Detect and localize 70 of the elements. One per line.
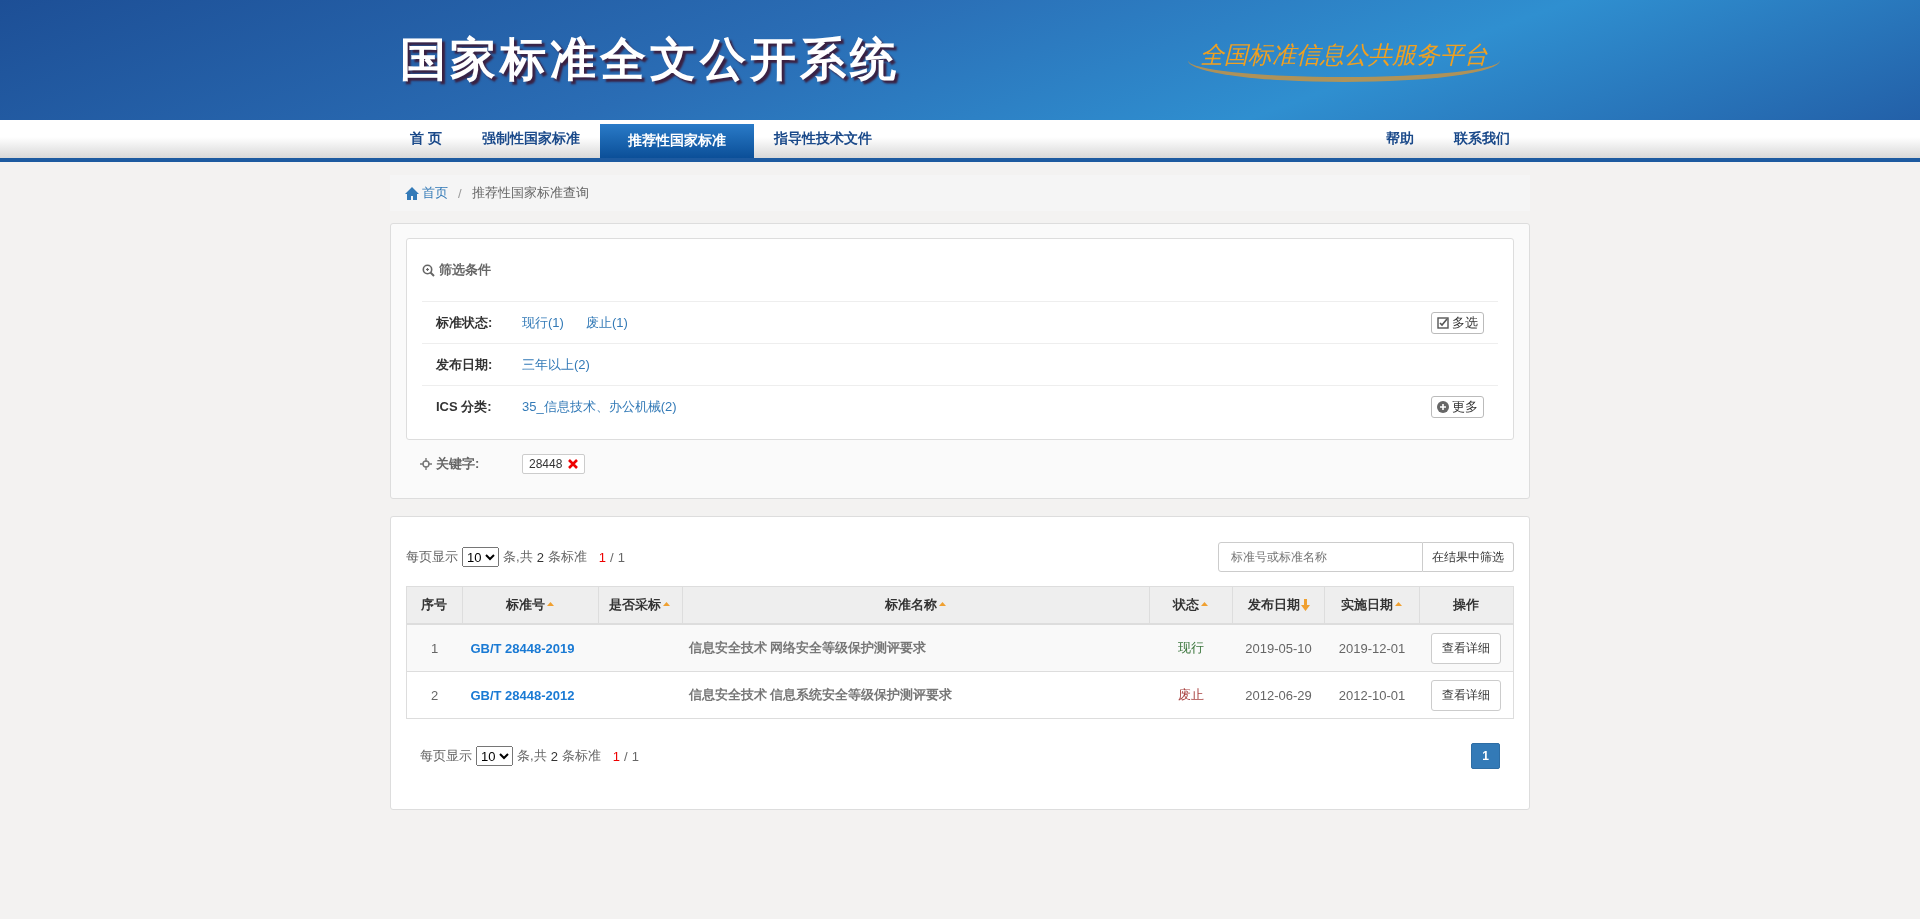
total-count: 2 xyxy=(536,549,544,565)
column-header-label: 是否采标 xyxy=(609,596,662,614)
breadcrumb-current: 推荐性国家标准查询 xyxy=(471,184,589,202)
publish-date: 2019-05-10 xyxy=(1232,624,1325,672)
column-header-label: 标准名称 xyxy=(884,596,937,614)
remove-icon[interactable] xyxy=(568,459,579,469)
total-unit-label: 条标准 xyxy=(547,548,587,566)
column-header-label: 序号 xyxy=(421,596,448,614)
search-icon xyxy=(422,263,435,277)
total-unit-label: 条标准 xyxy=(561,747,601,765)
view-details-button[interactable]: 查看详细 xyxy=(1431,679,1502,711)
crosshair-icon xyxy=(420,458,432,470)
standard-number-link[interactable]: GB/T 28448-2012 xyxy=(470,687,575,703)
nav-link[interactable]: 联系我们 xyxy=(1434,120,1530,158)
page-size-select[interactable]: 10 xyxy=(462,547,499,567)
nav-tab[interactable]: 指导性技术文件 xyxy=(753,120,892,158)
nav-tab[interactable]: 强制性国家标准 xyxy=(461,120,600,158)
multi-select-button[interactable]: 多选 xyxy=(1431,311,1484,334)
status-label: 现行 xyxy=(1149,624,1233,672)
keyword-value: 28448 xyxy=(529,457,563,471)
filter-title: 筛选条件 xyxy=(439,261,491,279)
column-header-label: 发布日期 xyxy=(1247,596,1300,614)
total-count-label: 条,共 xyxy=(517,747,547,765)
standard-name: 信息安全技术 信息系统安全等级保护测评要求 xyxy=(682,671,1150,719)
filter-option-link[interactable]: 现行(1) xyxy=(522,313,564,332)
nav-tab[interactable]: 推荐性国家标准 xyxy=(599,124,754,158)
page-size-select[interactable]: 10 xyxy=(476,746,513,766)
page-number-button[interactable]: 1 xyxy=(1471,743,1500,769)
platform-slogan: 全国标准信息公共服务平台 xyxy=(1188,38,1500,82)
filter-label: 标准状态: xyxy=(436,313,494,332)
publish-date: 2012-06-29 xyxy=(1232,671,1325,719)
filter-option-link[interactable]: 废止(1) xyxy=(585,313,628,332)
view-details-button[interactable]: 查看详细 xyxy=(1431,632,1502,664)
nav-tab[interactable]: 首 页 xyxy=(390,120,462,158)
per-page-label: 每页显示 xyxy=(406,548,458,566)
filter-label: 发布日期: xyxy=(436,355,494,374)
total-count-label: 条,共 xyxy=(503,548,533,566)
filter-label: ICS 分类: xyxy=(436,397,493,416)
column-header-label: 标准号 xyxy=(505,596,545,614)
breadcrumb-separator: / xyxy=(457,185,463,201)
row-number: 1 xyxy=(406,624,463,672)
effective-date: 2012-10-01 xyxy=(1324,671,1420,719)
plus-circle-icon xyxy=(1437,400,1449,413)
more-button[interactable]: 更多 xyxy=(1431,395,1484,418)
filter-option-link[interactable]: 35_信息技术、办公机械(2) xyxy=(522,397,677,416)
current-page: 1 xyxy=(612,748,621,764)
page-separator: / xyxy=(610,549,614,565)
per-page-label: 每页显示 xyxy=(420,747,472,765)
column-header-label: 实施日期 xyxy=(1341,596,1394,614)
total-count: 2 xyxy=(550,748,558,764)
column-header-label: 状态 xyxy=(1172,596,1199,614)
keyword-label: 关键字: xyxy=(436,455,481,473)
checkbox-icon xyxy=(1437,316,1449,329)
status-label: 废止 xyxy=(1149,671,1233,719)
standard-name: 信息安全技术 网络安全等级保护测评要求 xyxy=(682,624,1150,672)
column-header-label: 操作 xyxy=(1453,596,1480,614)
filter-search-field[interactable]: 标准号或标准名称 xyxy=(1218,542,1423,572)
breadcrumb-home-link[interactable]: 首页 xyxy=(405,184,448,202)
sort-down-icon xyxy=(1300,599,1310,611)
nav-link[interactable]: 帮助 xyxy=(1366,120,1434,158)
filter-in-results-button[interactable]: 在结果中筛选 xyxy=(1423,542,1514,572)
row-number: 2 xyxy=(406,671,463,719)
effective-date: 2019-12-01 xyxy=(1324,624,1420,672)
total-pages: 1 xyxy=(631,748,639,764)
filter-option-link[interactable]: 三年以上(2) xyxy=(522,355,590,374)
page-separator: / xyxy=(624,748,628,764)
site-title: 国家标准全文公开系统 xyxy=(399,32,900,87)
total-pages: 1 xyxy=(617,549,625,565)
home-icon xyxy=(405,186,419,200)
current-page: 1 xyxy=(598,549,607,565)
